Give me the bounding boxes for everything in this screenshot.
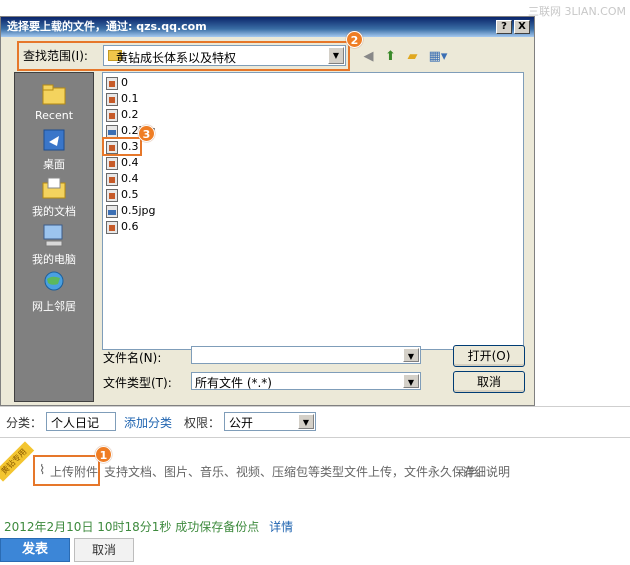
look-in-value: 黄钻成长体系以及特权 [116,51,237,65]
document-file-icon [106,109,118,122]
permission-value: 公开 [229,416,254,430]
desktop-icon [43,129,65,151]
permission-label: 权限： [184,416,221,430]
back-icon[interactable]: ◀ [360,48,377,65]
place-recent[interactable]: Recent [15,81,93,127]
file-name: 0 [121,76,128,89]
filetype-select[interactable]: 所有文件 (*.*) ▼ [191,372,421,390]
close-button[interactable]: X [514,20,530,34]
place-network[interactable]: 网上邻居 [15,270,93,316]
status-details-link[interactable]: 详情 [269,520,293,534]
cancel-button[interactable]: 取消 [74,538,134,562]
file-name: 0.6 [121,220,139,233]
my-computer-icon [43,224,63,247]
watermark: 三联网 3LIAN.COM [528,5,626,18]
new-folder-icon[interactable]: ▰ [404,48,421,65]
image-file-icon [106,205,118,218]
document-file-icon [106,93,118,106]
dialog-cancel-button[interactable]: 取消 [453,371,525,393]
document-file-icon [106,173,118,186]
step-badge-1: 1 [95,446,112,463]
help-button[interactable]: ? [496,20,512,34]
file-name: 0.4 [121,156,139,169]
step-badge-3: 3 [138,125,155,142]
status-text: 2012年2月10日 10时18分1秒 成功保存备份点 [4,520,260,534]
upload-attachment-link[interactable]: 上传附件 [50,463,98,480]
view-menu-icon[interactable]: ▦▾ [425,48,451,65]
look-in-select[interactable]: 黄钻成长体系以及特权 ▼ [103,45,346,66]
corner-tag: 黄钻专用 [0,441,35,482]
document-file-icon [106,77,118,90]
filetype-label: 文件类型(T): [103,376,172,390]
file-list[interactable]: 00.10.20.2jpg0.30.40.40.50.5jpg0.6 [102,72,524,350]
divider [0,437,630,438]
divider [0,406,630,407]
places-bar: Recent 桌面 我的文档 我的电脑 网上邻居 [14,72,94,402]
place-label: 我的电脑 [32,253,76,266]
document-file-icon [106,221,118,234]
place-label: Recent [34,109,74,122]
document-file-icon [106,157,118,170]
look-in-label: 查找范围(I): [23,49,88,63]
file-name: 0.4 [121,172,139,185]
file-name: 0.5jpg [121,204,156,217]
place-my-computer[interactable]: 我的电脑 [15,223,93,269]
permission-select[interactable]: 公开 ▼ [224,412,316,431]
category-value: 个人日记 [51,416,100,430]
paperclip-icon: ⌇ [39,463,46,478]
step-badge-2: 2 [346,31,363,48]
recent-folder-icon [42,84,66,105]
chevron-down-icon[interactable]: ▼ [328,47,344,64]
place-my-documents[interactable]: 我的文档 [15,175,93,221]
chevron-down-icon[interactable]: ▼ [403,348,419,362]
save-status: 2012年2月10日 10时18分1秒 成功保存备份点 详情 [4,518,293,535]
filename-label: 文件名(N): [103,351,162,365]
file-name: 0.2 [121,108,139,121]
my-documents-icon [42,177,66,199]
file-highlight [102,137,142,156]
place-label: 网上邻居 [32,300,76,313]
publish-button[interactable]: 发表 [0,538,70,562]
network-icon [44,271,64,291]
category-select[interactable]: 个人日记 [46,412,116,431]
document-file-icon [106,189,118,202]
file-name: 0.1 [121,92,139,105]
place-label: 我的文档 [32,205,76,218]
dialog-title: 选择要上载的文件，通过: qzs.qq.com [1,17,534,37]
filename-input[interactable]: ▼ [191,346,421,364]
place-label: 桌面 [43,158,65,171]
category-label: 分类： [6,416,43,430]
open-button[interactable]: 打开(O) [453,345,525,367]
chevron-down-icon[interactable]: ▼ [298,414,314,429]
chevron-down-icon[interactable]: ▼ [403,374,419,388]
add-category-link[interactable]: 添加分类 [124,414,172,431]
file-name: 0.5 [121,188,139,201]
up-folder-icon[interactable]: ⬆ [382,48,399,65]
details-link[interactable]: 详细说明 [462,463,510,480]
filetype-value: 所有文件 (*.*) [195,376,272,390]
file-upload-dialog: 选择要上载的文件，通过: qzs.qq.com ? X 查找范围(I): 黄钻成… [0,16,535,406]
place-desktop[interactable]: 桌面 [15,128,93,174]
upload-description: 支持文档、图片、音乐、视频、压缩包等类型文件上传，文件永久保存。 [104,465,489,479]
